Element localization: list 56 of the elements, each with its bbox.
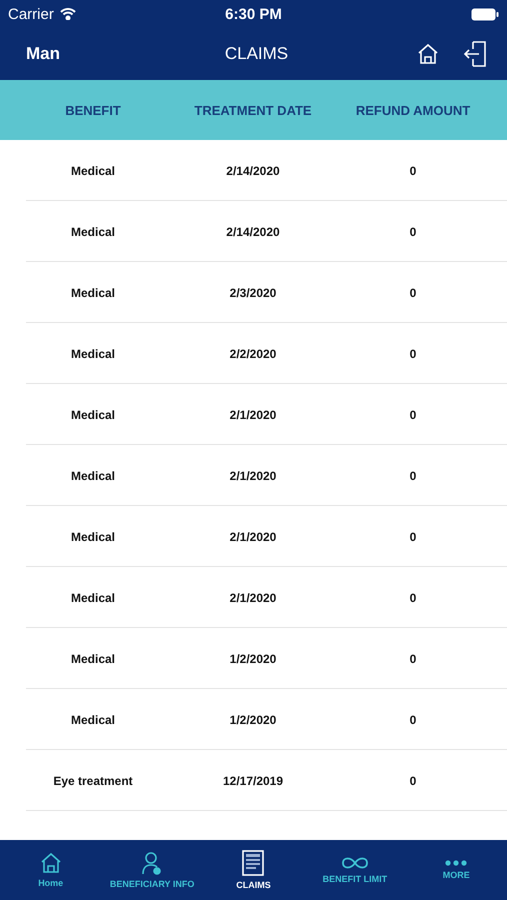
person-icon: [141, 851, 164, 875]
table-cell-text: 0: [408, 590, 418, 604]
logout-button[interactable]: [463, 41, 487, 67]
table-cell-text: Medical: [70, 530, 116, 544]
table-cell-text: Eye treatment: [52, 774, 134, 788]
home-icon: [40, 852, 62, 874]
table-cell-text: 2/3/2020: [228, 286, 278, 300]
carrier-name: Carrier: [8, 6, 54, 22]
column-header: BENEFIT: [64, 102, 122, 118]
home-button[interactable]: [417, 43, 439, 65]
wifi-icon: [60, 8, 76, 20]
user-name: Man: [26, 44, 61, 64]
table-cell-text: 2/1/2020: [228, 468, 278, 482]
table-cell-text: Medical: [70, 652, 116, 666]
table-cell-text: 0: [408, 712, 418, 726]
home-icon: [417, 43, 439, 65]
tab[interactable]: BENEFICIARY INFO: [101, 840, 203, 900]
clock-time: 6:30 PM: [225, 6, 282, 22]
table-cell-text: 12/17/2019: [222, 774, 284, 788]
table-cell-text: Medical: [70, 468, 116, 482]
table-cell-text: 2/1/2020: [228, 530, 278, 544]
table-cell-text: Medical: [70, 408, 116, 422]
infinity-icon: [340, 856, 369, 870]
tab[interactable]: Home: [0, 840, 102, 900]
logout-icon: [463, 41, 487, 67]
table-cell-text: Medical: [70, 224, 116, 238]
table-cell-text: 1/2/2020: [228, 652, 278, 666]
column-header: TREATMENT DATE: [193, 102, 313, 118]
table-cell-text: Medical: [70, 346, 116, 360]
column-header: REFUND AMOUNT: [354, 102, 472, 118]
table-cell-text: 0: [408, 164, 418, 178]
table-cell-text: 0: [408, 652, 418, 666]
table-cell-text: Medical: [70, 286, 116, 300]
table-cell-text: 0: [408, 530, 418, 544]
table-cell-text: 0: [408, 468, 418, 482]
table-cell-text: 0: [408, 224, 418, 238]
table-cell-text: Medical: [70, 590, 116, 604]
table-cell-text: 2/2/2020: [228, 346, 278, 360]
table-cell-text: 0: [408, 408, 418, 422]
tab[interactable]: BENEFIT LIMIT: [304, 840, 406, 900]
table-cell-text: 1/2/2020: [228, 712, 278, 726]
table-cell-text: 2/1/2020: [228, 590, 278, 604]
table-cell-text: 0: [408, 346, 418, 360]
table-cell-text: 2/14/2020: [225, 224, 281, 238]
table-cell-text: 2/1/2020: [228, 408, 278, 422]
tab[interactable]: CLAIMS: [202, 840, 304, 900]
battery-icon: [471, 8, 499, 20]
table-cell-text: 0: [408, 286, 418, 300]
table-cell-text: 2/14/2020: [225, 164, 281, 178]
screen-title: CLAIMS: [224, 44, 288, 64]
document-icon: [242, 850, 264, 876]
table-cell-text: Medical: [70, 712, 116, 726]
table-cell-text: 0: [408, 774, 418, 788]
tab[interactable]: MORE: [406, 840, 507, 900]
table-cell-text: Medical: [70, 164, 116, 178]
more-icon: [445, 860, 468, 866]
